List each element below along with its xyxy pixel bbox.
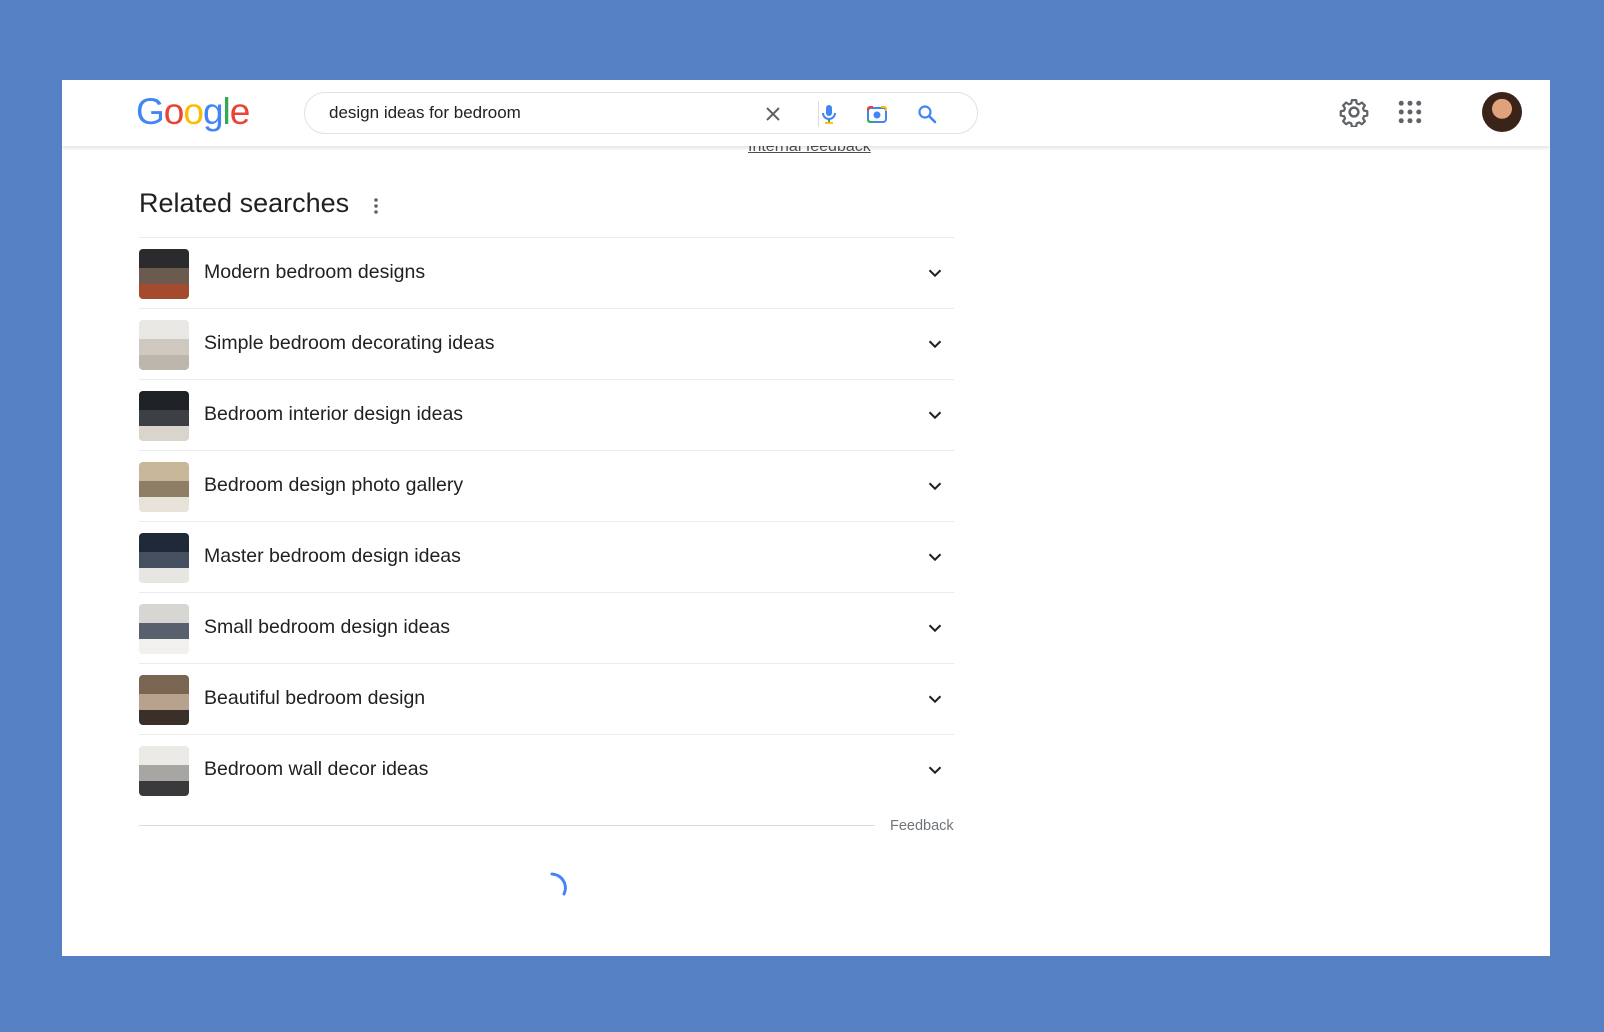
search-box — [304, 92, 978, 134]
related-search-item[interactable]: Bedroom wall decor ideas — [139, 735, 954, 805]
related-search-thumbnail — [139, 533, 189, 583]
apps-grid-icon[interactable] — [1395, 97, 1425, 127]
logo-letter: l — [222, 91, 231, 132]
chevron-down-icon[interactable] — [924, 404, 946, 426]
related-search-label: Bedroom wall decor ideas — [204, 758, 429, 780]
related-search-thumbnail — [139, 675, 189, 725]
related-search-label: Master bedroom design ideas — [204, 545, 461, 567]
related-search-thumbnail — [139, 462, 189, 512]
related-search-thumbnail — [139, 746, 189, 796]
lens-camera-icon[interactable] — [865, 102, 889, 126]
chevron-down-icon[interactable] — [924, 333, 946, 355]
related-search-label: Bedroom design photo gallery — [204, 474, 464, 496]
related-search-item[interactable]: Bedroom design photo gallery — [139, 451, 954, 522]
chevron-down-icon[interactable] — [924, 546, 946, 568]
related-search-item[interactable]: Bedroom interior design ideas — [139, 380, 954, 451]
search-icon[interactable] — [915, 102, 939, 126]
related-search-label: Beautiful bedroom design — [204, 687, 426, 709]
close-icon[interactable] — [761, 102, 785, 126]
feedback-divider — [139, 825, 875, 826]
related-search-thumbnail — [139, 249, 189, 299]
related-search-item[interactable]: Master bedroom design ideas — [139, 522, 954, 593]
related-search-label: Small bedroom design ideas — [204, 616, 451, 638]
related-search-thumbnail — [139, 391, 189, 441]
chevron-down-icon[interactable] — [924, 475, 946, 497]
related-search-label: Modern bedroom designs — [204, 261, 426, 283]
logo-letter: o — [163, 91, 185, 132]
logo-letter: o — [183, 91, 204, 132]
related-search-label: Simple bedroom decorating ideas — [204, 332, 495, 354]
chevron-down-icon[interactable] — [924, 759, 946, 781]
browser-page: Google design ideas for bedroom Internal… — [62, 80, 1550, 956]
search-header: Google — [62, 80, 1550, 146]
related-search-item[interactable]: Simple bedroom decorating ideas — [139, 309, 954, 380]
avatar[interactable] — [1482, 92, 1522, 132]
related-search-item[interactable]: Beautiful bedroom design — [139, 664, 954, 735]
loading-spinner-icon — [550, 872, 567, 896]
feedback-link[interactable]: Feedback — [890, 818, 954, 834]
chevron-down-icon[interactable] — [924, 617, 946, 639]
related-search-item[interactable]: Small bedroom design ideas — [139, 593, 954, 664]
related-search-thumbnail — [139, 604, 189, 654]
microphone-icon[interactable] — [817, 102, 841, 126]
related-search-item[interactable]: Modern bedroom designs — [139, 238, 954, 309]
logo-letter: g — [202, 91, 224, 132]
chevron-down-icon[interactable] — [924, 262, 946, 284]
related-searches-list: Modern bedroom designs Simple bedroom dec… — [139, 237, 954, 805]
related-searches-title: Related searches — [139, 188, 350, 218]
google-logo[interactable]: Google — [136, 90, 251, 134]
chevron-down-icon[interactable] — [924, 688, 946, 710]
search-input[interactable] — [329, 101, 749, 125]
related-search-label: Bedroom interior design ideas — [204, 403, 464, 425]
settings-gear-icon[interactable] — [1339, 97, 1369, 127]
logo-letter: G — [136, 91, 165, 132]
related-search-thumbnail — [139, 320, 189, 370]
more-options-icon[interactable] — [366, 194, 386, 218]
logo-letter: e — [229, 91, 251, 132]
